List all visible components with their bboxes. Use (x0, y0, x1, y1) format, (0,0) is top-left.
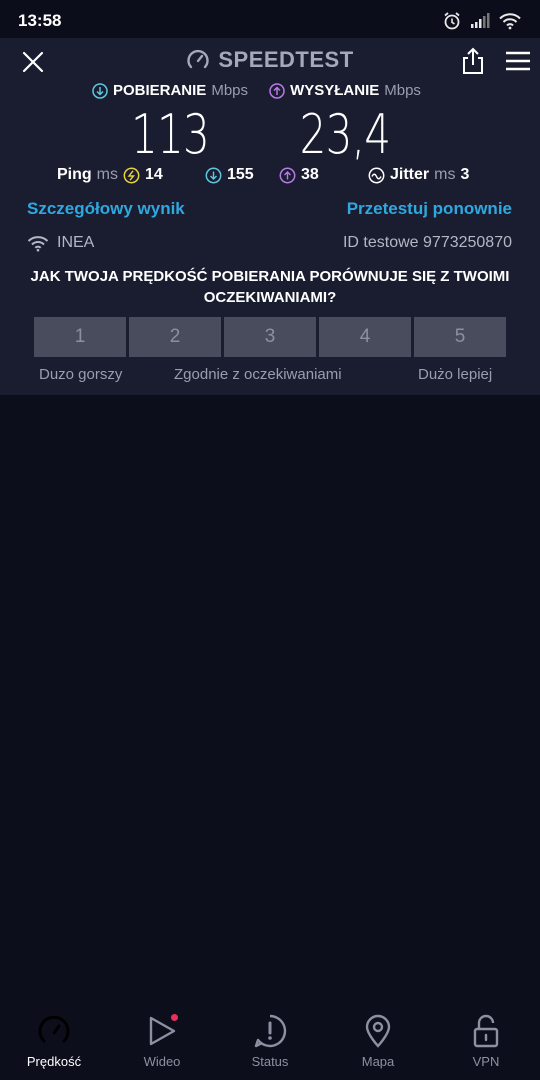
connection-info: INEA ID testowe 9773250870 (0, 234, 540, 256)
status-icons (442, 11, 522, 31)
upload-value: 23,4 (299, 103, 391, 166)
nav-label-status: Status (251, 1054, 289, 1069)
rating-label-mid: Zgodnie z oczekiwaniami (174, 366, 342, 383)
menu-button[interactable] (504, 49, 532, 73)
rating-buttons: 1 2 3 4 5 (34, 317, 506, 357)
nav-speed[interactable]: Prędkość (0, 1000, 108, 1080)
ping-label: Ping (57, 166, 92, 183)
jitter-icon (368, 167, 385, 183)
upload-arrow-icon (269, 82, 285, 99)
status-time: 13:58 (18, 11, 62, 30)
rating-button-4[interactable]: 4 (319, 317, 411, 357)
nav-status[interactable]: Status (216, 1000, 324, 1080)
jitter-value: 3 (460, 166, 470, 183)
result-panel: SPEEDTEST POBIERANIE Mbps 113 WYSYŁANIE (0, 38, 540, 395)
nav-video[interactable]: Wideo (108, 1000, 216, 1080)
rating-button-5[interactable]: 5 (414, 317, 506, 357)
nav-label-video: Wideo (143, 1054, 181, 1069)
speedometer-icon (38, 1015, 70, 1043)
rating-button-3[interactable]: 3 (224, 317, 316, 357)
download-arrow-icon (92, 82, 108, 99)
download-unit: Mbps (211, 82, 249, 99)
map-pin-icon (365, 1014, 391, 1048)
isp: INEA (27, 234, 94, 252)
wifi-status-icon (499, 13, 521, 30)
nav-label-vpn: VPN (472, 1054, 500, 1069)
ping-upload-value: 38 (301, 166, 319, 183)
ping-upload-stat: 38 (279, 166, 319, 184)
nav-vpn[interactable]: VPN (432, 1000, 540, 1080)
idle-ping-icon (123, 167, 140, 183)
isp-name: INEA (57, 234, 95, 251)
wifi-icon (27, 235, 49, 251)
lock-open-icon (473, 1014, 499, 1048)
nav-label-map: Mapa (361, 1054, 395, 1069)
ping-download-stat: 155 (205, 166, 254, 184)
signal-icon (471, 13, 490, 28)
ping-stat: Ping ms 14 (57, 166, 163, 184)
upload-metric: WYSYŁANIE Mbps 23,4 (245, 82, 445, 166)
brand: SPEEDTEST (0, 47, 540, 73)
download-metric: POBIERANIE Mbps 113 (70, 82, 270, 166)
app-title: SPEEDTEST (218, 47, 354, 72)
download-value: 113 (130, 103, 210, 166)
detailed-result-link[interactable]: Szczegółowy wynik (27, 199, 185, 219)
retest-link[interactable]: Przetestuj ponownie (347, 199, 512, 219)
ping-unit: ms (96, 166, 118, 183)
bottom-navigation: Prędkość Wideo Status Mapa VPN (0, 1000, 540, 1080)
ping-download-value: 155 (227, 166, 254, 183)
nav-label-speed: Prędkość (26, 1054, 82, 1069)
app-header: SPEEDTEST (0, 38, 540, 84)
upload-unit: Mbps (384, 82, 421, 99)
speedtest-logo-icon (187, 49, 210, 69)
download-label: POBIERANIE (112, 82, 207, 99)
alarm-icon (444, 12, 460, 30)
new-content-badge (171, 1014, 178, 1021)
rating-label-high: Dużo lepiej (418, 366, 493, 383)
download-ping-icon (205, 167, 222, 183)
test-id: ID testowe 9773250870 (342, 234, 512, 251)
latency-stats: Ping ms 14 155 38 Jitter ms 3 (0, 166, 540, 190)
rating-label-low: Duzo gorszy (39, 366, 123, 383)
jitter-unit: ms (434, 166, 456, 183)
alert-icon (254, 1014, 287, 1048)
jitter-stat: Jitter ms 3 (368, 166, 469, 184)
upload-ping-icon (279, 167, 296, 183)
share-button[interactable] (460, 47, 486, 75)
upload-label: WYSYŁANIE (290, 82, 380, 99)
nav-map[interactable]: Mapa (324, 1000, 432, 1080)
survey-question: JAK TWOJA PRĘDKOŚĆ POBIERANIA PORÓWNUJE … (30, 268, 510, 306)
status-bar: 13:58 (0, 0, 540, 38)
jitter-label: Jitter (390, 166, 430, 183)
ping-idle-value: 14 (145, 166, 163, 183)
rating-button-2[interactable]: 2 (129, 317, 221, 357)
rating-button-1[interactable]: 1 (34, 317, 126, 357)
